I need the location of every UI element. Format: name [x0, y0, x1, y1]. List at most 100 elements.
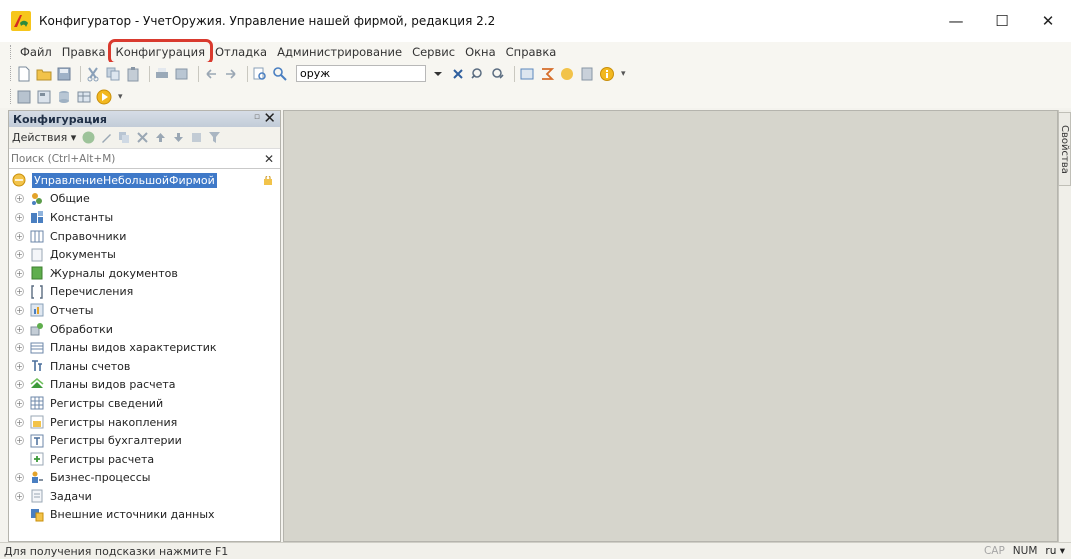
expand-icon[interactable]: + — [15, 417, 24, 427]
expand-icon[interactable]: + — [15, 194, 24, 204]
expand-icon[interactable]: + — [15, 361, 24, 371]
menubar-grip[interactable] — [10, 45, 12, 59]
expand-icon[interactable]: + — [15, 398, 24, 408]
database-icon[interactable] — [56, 89, 72, 105]
close-button[interactable]: ✕ — [1025, 0, 1071, 42]
clear-panel-search-icon[interactable]: ✕ — [264, 152, 274, 166]
tree-item-enums[interactable]: + Перечисления — [9, 283, 280, 302]
open-folder-icon[interactable] — [36, 66, 52, 82]
tree-item-constants[interactable]: + Константы — [9, 208, 280, 227]
save-icon[interactable] — [56, 66, 72, 82]
window-icon[interactable] — [519, 66, 535, 82]
toolbar2-grip[interactable] — [10, 89, 12, 104]
tree-root[interactable]: УправлениеНебольшойФирмой — [9, 171, 280, 190]
tree-item-accounting-registers[interactable]: + Регистры бухгалтерии — [9, 431, 280, 450]
delete-icon[interactable] — [136, 131, 149, 144]
expand-icon[interactable]: + — [15, 473, 24, 483]
filter-icon[interactable] — [208, 131, 221, 144]
status-bar: Для получения подсказки нажмите F1 CAP N… — [0, 542, 1071, 559]
help-book-icon[interactable] — [559, 66, 575, 82]
move-down-icon[interactable] — [172, 131, 185, 144]
tree-item-common[interactable]: + Общие — [9, 190, 280, 209]
panel-search-field[interactable]: ✕ — [9, 149, 280, 169]
toolbar-grip[interactable] — [10, 66, 12, 81]
expand-icon[interactable]: + — [15, 491, 24, 501]
tree-item-catalogs[interactable]: + Справочники — [9, 227, 280, 246]
run-dropdown-icon[interactable]: ▾ — [118, 92, 123, 102]
toolbar-more-icon[interactable]: ▾ — [621, 69, 626, 79]
expand-icon[interactable]: + — [15, 268, 24, 278]
module-icon[interactable] — [16, 89, 32, 105]
menu-file[interactable]: Файл — [16, 43, 56, 61]
sort-icon[interactable] — [190, 131, 203, 144]
copy-icon[interactable] — [105, 66, 121, 82]
tree-item-label: Отчеты — [50, 303, 94, 317]
tree-item-accumulation-registers[interactable]: + Регистры накопления — [9, 413, 280, 432]
search-dropdown-icon[interactable] — [430, 66, 446, 82]
toolbar-search-input[interactable] — [297, 67, 415, 80]
cut-icon[interactable] — [85, 66, 101, 82]
menu-configuration[interactable]: Конфигурация — [107, 39, 214, 65]
menu-windows[interactable]: Окна — [461, 43, 500, 61]
expand-icon[interactable]: + — [15, 324, 24, 334]
menu-service[interactable]: Сервис — [408, 43, 459, 61]
menu-help[interactable]: Справка — [502, 43, 561, 61]
search-icon[interactable] — [272, 66, 288, 82]
paste-icon[interactable] — [125, 66, 141, 82]
menu-debug[interactable]: Отладка — [211, 43, 271, 61]
properties-side-tab[interactable]: Свойства — [1058, 112, 1071, 186]
tree-item-calculation-registers[interactable]: Регистры расчета — [9, 450, 280, 469]
maximize-button[interactable]: ☐ — [979, 0, 1025, 42]
move-up-icon[interactable] — [154, 131, 167, 144]
new-file-icon[interactable] — [16, 66, 32, 82]
tree-item-label: Журналы документов — [50, 266, 178, 280]
expand-icon[interactable]: + — [15, 380, 24, 390]
copy-item-icon[interactable] — [118, 131, 131, 144]
add-icon[interactable] — [82, 131, 95, 144]
expand-icon[interactable]: + — [15, 231, 24, 241]
tree-item-data-processors[interactable]: + Обработки — [9, 320, 280, 339]
tree-item-chart-of-accounts[interactable]: + Планы счетов — [9, 357, 280, 376]
menu-administration[interactable]: Администрирование — [273, 43, 406, 61]
minimize-button[interactable]: — — [933, 0, 979, 42]
toolbar-search-field[interactable] — [296, 65, 426, 82]
expand-icon[interactable]: + — [15, 250, 24, 260]
workspace-area — [283, 110, 1058, 542]
info-icon[interactable] — [599, 66, 615, 82]
redo-icon[interactable] — [223, 66, 239, 82]
edit-icon[interactable] — [100, 131, 113, 144]
pin-icon[interactable]: ▫ — [254, 112, 260, 122]
language-selector[interactable]: ru ▾ — [1045, 545, 1065, 557]
tree-item-tasks[interactable]: + Задачи — [9, 487, 280, 506]
tree-item-reports[interactable]: + Отчеты — [9, 301, 280, 320]
find-in-tree-icon[interactable] — [252, 66, 268, 82]
menu-edit[interactable]: Правка — [58, 43, 110, 61]
table-icon[interactable] — [76, 89, 92, 105]
tree-item-information-registers[interactable]: + Регистры сведений — [9, 394, 280, 413]
tree-item-chart-of-characteristic-types[interactable]: + Планы видов характеристик — [9, 338, 280, 357]
expand-icon[interactable]: + — [15, 343, 24, 353]
actions-menu-button[interactable]: Действия ▾ — [12, 131, 76, 144]
tree-item-documents[interactable]: + Документы — [9, 245, 280, 264]
find-previous-icon[interactable] — [490, 66, 506, 82]
expand-icon[interactable]: + — [15, 287, 24, 297]
print-icon[interactable] — [154, 66, 170, 82]
expand-icon[interactable]: + — [15, 436, 24, 446]
run-debug-icon[interactable] — [96, 89, 112, 105]
template-icon[interactable] — [579, 66, 595, 82]
calculation-registers-icon — [30, 452, 44, 466]
tree-item-document-journals[interactable]: + Журналы документов — [9, 264, 280, 283]
panel-close-icon[interactable]: ✕ — [263, 109, 276, 127]
find-next-icon[interactable] — [470, 66, 486, 82]
undo-icon[interactable] — [203, 66, 219, 82]
syntax-helper-icon[interactable] — [539, 66, 555, 82]
clear-search-icon[interactable] — [450, 66, 466, 82]
tree-item-business-processes[interactable]: + Бизнес-процессы — [9, 469, 280, 488]
form-icon[interactable] — [36, 89, 52, 105]
expand-icon[interactable]: + — [15, 305, 24, 315]
tree-item-external-data-sources[interactable]: Внешние источники данных — [9, 506, 280, 525]
preview-icon[interactable] — [174, 66, 190, 82]
panel-search-input[interactable] — [9, 149, 259, 168]
expand-icon[interactable]: + — [15, 212, 24, 222]
tree-item-chart-of-calculation-types[interactable]: + Планы видов расчета — [9, 376, 280, 395]
